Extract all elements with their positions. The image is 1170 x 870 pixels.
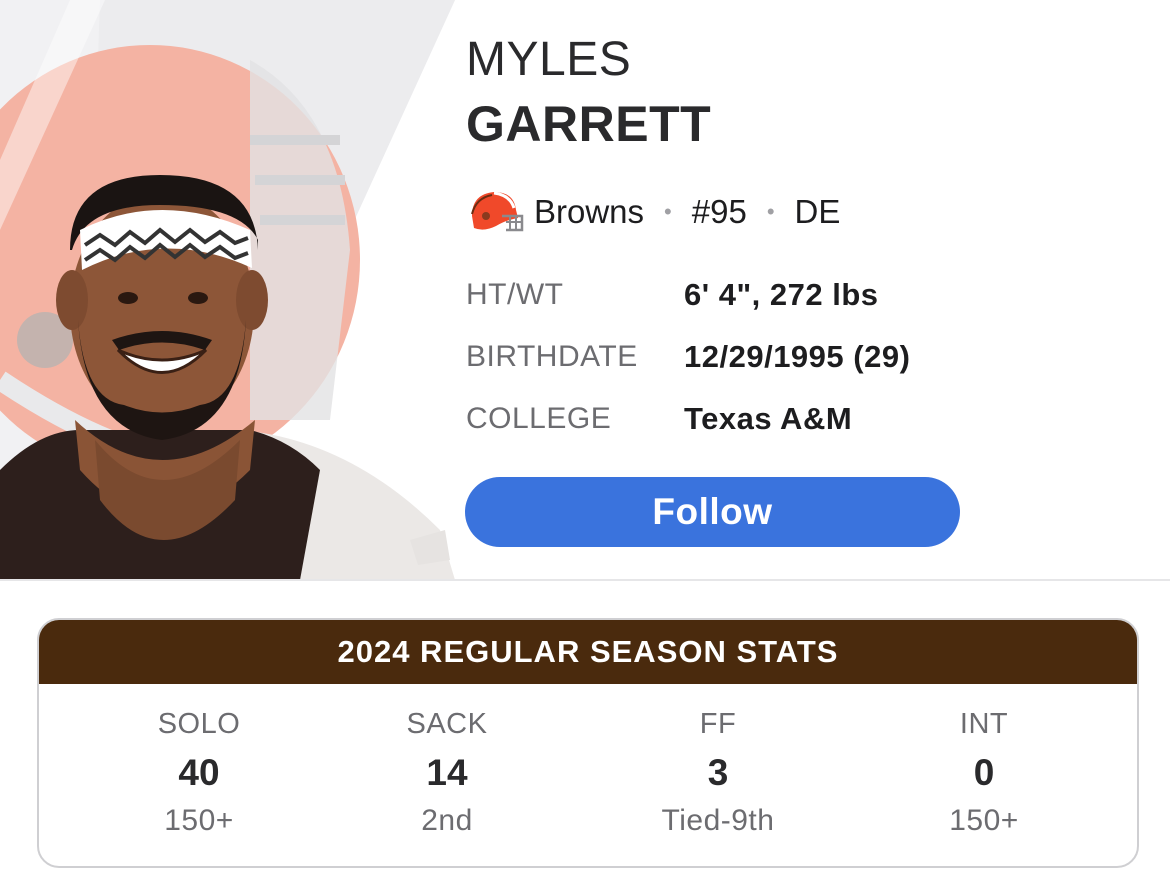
- browns-helmet-icon[interactable]: [466, 186, 524, 238]
- birthdate-label: BIRTHDATE: [466, 340, 638, 373]
- stat-value: 40: [178, 752, 220, 793]
- stat-label: INT: [959, 708, 1009, 740]
- college-label: COLLEGE: [466, 402, 612, 435]
- player-position: DE: [794, 193, 841, 230]
- player-last-name: GARRETT: [466, 96, 712, 152]
- college-value: Texas A&M: [684, 401, 853, 436]
- separator-dot: •: [664, 199, 672, 224]
- stat-rank: 150+: [949, 804, 1019, 837]
- ht-wt-label: HT/WT: [466, 278, 564, 311]
- player-headshot-image: [0, 0, 455, 580]
- follow-button[interactable]: Follow: [465, 477, 960, 547]
- birthdate-value: 12/29/1995 (29): [684, 339, 911, 374]
- player-photo-area: [0, 0, 460, 580]
- separator-dot: •: [766, 199, 775, 224]
- stat-rank: Tied-9th: [661, 804, 775, 837]
- stat-label: FF: [699, 708, 737, 740]
- stat-value: 14: [426, 752, 468, 793]
- player-hero: MYLES GARRETT Browns • #95 • DE HT/WT 6'…: [0, 0, 1170, 580]
- team-name[interactable]: Browns: [534, 193, 644, 231]
- stat-label: SACK: [406, 708, 488, 740]
- stat-label: SOLO: [157, 708, 241, 740]
- jersey-number: #95: [691, 193, 747, 230]
- section-divider: [0, 579, 1170, 581]
- player-first-name: MYLES: [466, 33, 632, 86]
- stats-title: 2024 REGULAR SEASON STATS: [39, 620, 1137, 684]
- ht-wt-value: 6' 4", 272 lbs: [684, 277, 879, 312]
- team-info-row: Browns • #95 • DE: [466, 186, 840, 238]
- stat-value: 0: [973, 752, 995, 793]
- stat-rank: 2nd: [421, 804, 473, 837]
- season-stats-card: 2024 REGULAR SEASON STATS SOLO 40 150+ S…: [37, 618, 1139, 868]
- stat-value: 3: [707, 752, 729, 793]
- stat-rank: 150+: [164, 804, 234, 837]
- stats-grid: SOLO 40 150+ SACK 14 2nd FF 3 Tied-9th I…: [39, 684, 1137, 866]
